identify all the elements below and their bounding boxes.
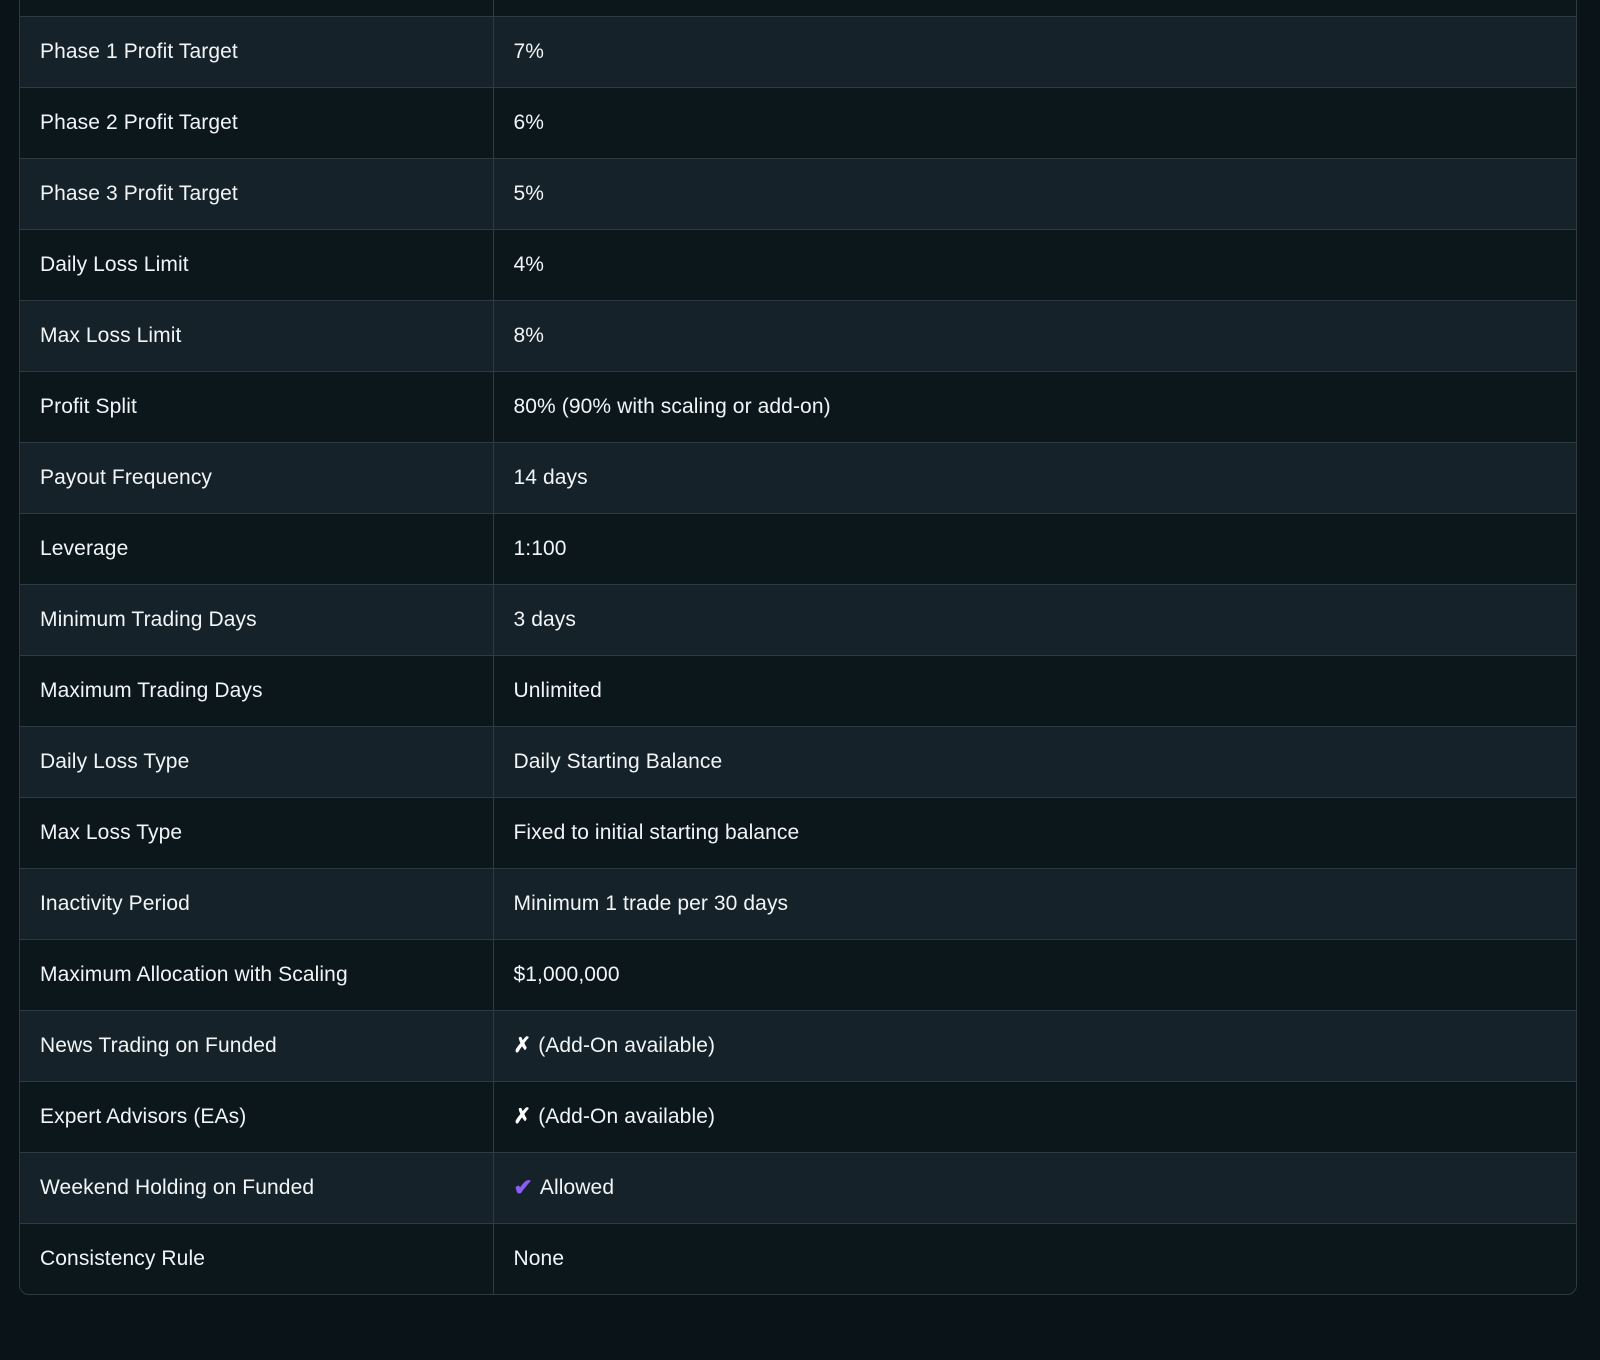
table-row: Payout Frequency 14 days: [20, 442, 1576, 514]
table-row: Maximum Trading Days Unlimited: [20, 655, 1576, 727]
row-value-cell: ✔ Allowed: [493, 1152, 1576, 1224]
table-row: Max Loss Type Fixed to initial starting b…: [20, 797, 1576, 869]
row-label: Weekend Holding on Funded: [20, 1152, 494, 1224]
row-value-cell: 80% (90% with scaling or add-on): [493, 371, 1576, 443]
row-label: Phase 1 Profit Target: [20, 16, 494, 88]
table-row: Maximum Allocation with Scaling $1,000,00…: [20, 939, 1576, 1011]
row-value-cell: 5%: [493, 158, 1576, 230]
row-label: Minimum Trading Days: [20, 584, 494, 656]
row-value-cell: Minimum 1 trade per 30 days: [493, 868, 1576, 940]
row-label: News Trading on Funded: [20, 1010, 494, 1082]
row-value-cell: 1:100: [493, 513, 1576, 585]
table-row: Max Loss Limit 8%: [20, 300, 1576, 372]
row-label: Inactivity Period: [20, 868, 494, 940]
row-value: Minimum 1 trade per 30 days: [513, 891, 789, 915]
row-value-cell: ✗ (Add-On available): [493, 1081, 1576, 1153]
table-row: Leverage 1:100: [20, 513, 1576, 585]
row-label: Phase 3 Profit Target: [20, 158, 494, 230]
row-label: Maximum Trading Days: [20, 655, 494, 727]
row-label: Daily Loss Limit: [20, 229, 494, 301]
row-value: 6%: [513, 110, 545, 134]
row-label: Maximum Allocation with Scaling: [20, 939, 494, 1011]
row-value-cell: ✗ (Add-On available): [493, 1010, 1576, 1082]
row-label: Payout Frequency: [20, 442, 494, 514]
row-value: Unlimited: [513, 678, 602, 702]
row-value: 4%: [513, 252, 545, 276]
row-label: Daily Loss Type: [20, 726, 494, 798]
table-row: Weekend Holding on Funded ✔ Allowed: [20, 1152, 1576, 1224]
cross-icon: ✗: [513, 1033, 532, 1057]
row-value: 14 days: [513, 465, 588, 489]
row-value: 3 days: [513, 607, 576, 631]
row-value: 8%: [513, 323, 545, 347]
cross-icon: ✗: [513, 1104, 532, 1128]
row-value: 7%: [513, 39, 545, 63]
table-row: Inactivity Period Minimum 1 trade per 30 …: [20, 868, 1576, 940]
account-rules-table: Phase 1 Profit Target 7% Phase 2 Profit Ta…: [20, 0, 1576, 1294]
row-value: Allowed: [539, 1176, 615, 1199]
row-label: Max Loss Limit: [20, 300, 494, 372]
row-value: [493, 0, 1576, 17]
table-row: Phase 3 Profit Target 5%: [20, 158, 1576, 230]
row-label: [20, 0, 494, 17]
table-row: News Trading on Funded ✗ (Add-On available…: [20, 1010, 1576, 1082]
row-value: 1:100: [513, 536, 567, 560]
row-value-cell: Daily Starting Balance: [493, 726, 1576, 798]
row-label: Max Loss Type: [20, 797, 494, 869]
row-value: Fixed to initial starting balance: [513, 820, 800, 844]
row-value-cell: 7%: [493, 16, 1576, 88]
row-value-cell: 4%: [493, 229, 1576, 301]
table-row: Consistency Rule None: [20, 1223, 1576, 1294]
row-label: Phase 2 Profit Target: [20, 87, 494, 159]
table-row: Phase 1 Profit Target 7%: [20, 16, 1576, 88]
row-value-cell: 6%: [493, 87, 1576, 159]
table-row-clipped: [20, 0, 1576, 17]
row-value-cell: 14 days: [493, 442, 1576, 514]
table-row: Expert Advisors (EAs) ✗ (Add-On available): [20, 1081, 1576, 1153]
row-value-cell: 3 days: [493, 584, 1576, 656]
page-root: Phase 1 Profit Target 7% Phase 2 Profit Ta…: [0, 0, 1600, 1360]
table-body: Phase 1 Profit Target 7% Phase 2 Profit Ta…: [20, 0, 1576, 1294]
row-value: (Add-On available): [538, 1104, 716, 1128]
table-row: Minimum Trading Days 3 days: [20, 584, 1576, 656]
row-value: Daily Starting Balance: [513, 749, 723, 773]
specs-table-container: Phase 1 Profit Target 7% Phase 2 Profit Ta…: [19, 0, 1577, 1295]
row-label: Profit Split: [20, 371, 494, 443]
row-value-cell: None: [493, 1223, 1576, 1294]
row-value: 80% (90% with scaling or add-on): [513, 394, 831, 418]
row-value-cell: $1,000,000: [493, 939, 1576, 1011]
row-value-cell: 8%: [493, 300, 1576, 372]
row-label: Consistency Rule: [20, 1223, 494, 1294]
table-row: Phase 2 Profit Target 6%: [20, 87, 1576, 159]
row-label: Expert Advisors (EAs): [20, 1081, 494, 1153]
row-value: $1,000,000: [513, 962, 620, 986]
row-value: 5%: [513, 181, 545, 205]
row-value: (Add-On available): [538, 1033, 716, 1057]
table-row: Daily Loss Type Daily Starting Balance: [20, 726, 1576, 798]
table-row: Daily Loss Limit 4%: [20, 229, 1576, 301]
table-row: Profit Split 80% (90% with scaling or add…: [20, 371, 1576, 443]
row-value-cell: Fixed to initial starting balance: [493, 797, 1576, 869]
row-value: None: [513, 1246, 565, 1270]
row-label: Leverage: [20, 513, 494, 585]
row-value-cell: Unlimited: [493, 655, 1576, 727]
check-icon: ✔: [513, 1174, 533, 1200]
